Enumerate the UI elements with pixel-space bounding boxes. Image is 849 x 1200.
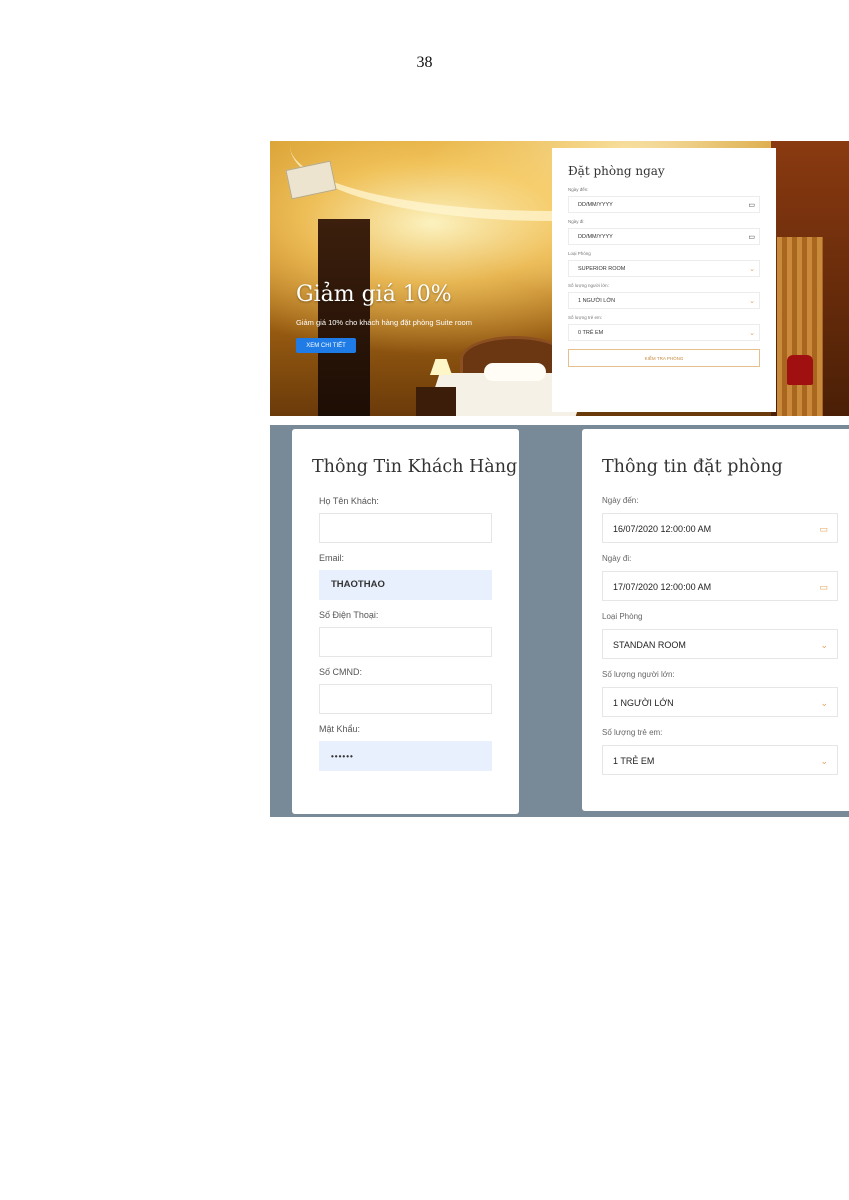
booking-adults-label: Số lượng người lớn: [602,670,675,679]
email-input[interactable] [319,570,492,600]
id-number-label: Số CMND: [319,667,363,677]
customer-info-card: Thông Tin Khách Hàng Họ Tên Khách: Email… [292,429,519,814]
booking-room-type-value: STANDAN ROOM [613,640,686,650]
hero-subtitle: Giảm giá 10% cho khách hàng đặt phòng Su… [296,318,472,327]
email-label: Email: [319,553,345,563]
booking-widget-title: Đặt phòng ngay [568,164,665,178]
air-conditioner [285,160,337,200]
customer-info-title: Thông Tin Khách Hàng [312,457,518,477]
curtain [777,237,823,416]
booking-children-select[interactable]: 1 TRẺ EM ⌄ [602,745,838,775]
view-details-button[interactable]: XEM CHI TIẾT [296,338,356,353]
children-value: 0 TRẺ EM [578,330,604,336]
adults-select[interactable]: 1 NGƯỜI LỚN ⌄ [568,292,760,309]
check-room-button[interactable]: KIỂM TRA PHÒNG [568,349,760,367]
password-label: Mật Khẩu: [319,724,361,734]
adults-value: 1 NGƯỜI LỚN [578,298,616,304]
chevron-down-icon: ⌄ [820,756,828,766]
chevron-down-icon: ⌄ [749,330,755,337]
chevron-down-icon: ⌄ [749,298,755,305]
booking-children-value: 1 TRẺ EM [613,756,655,766]
booking-widget: Đặt phòng ngay Ngày đến: DD/MM/YYYY ▭ Ng… [552,148,776,412]
booking-adults-select[interactable]: 1 NGƯỜI LỚN ⌄ [602,687,838,717]
booking-children-label: Số lượng trẻ em: [602,728,663,737]
checkin-date-input[interactable]: DD/MM/YYYY ▭ [568,196,760,213]
checkout-label: Ngày đi: [568,219,585,224]
lamp [430,359,452,375]
booking-checkout-value: 17/07/2020 12:00:00 AM [613,582,712,592]
booking-room-type-label: Loại Phòng [602,612,643,621]
name-input[interactable] [319,513,492,543]
red-chair [787,355,813,385]
chevron-down-icon: ⌄ [820,698,828,708]
checkin-date-value: DD/MM/YYYY [578,202,613,208]
children-label: Số lượng trẻ em: [568,315,602,320]
id-number-input[interactable] [319,684,492,714]
nightstand [416,387,456,416]
page-number: 38 [416,54,433,71]
phone-label: Số Điện Thoại: [319,610,379,620]
calendar-icon[interactable]: ▭ [748,233,755,241]
booking-checkout-input[interactable]: 17/07/2020 12:00:00 AM ▭ [602,571,838,601]
calendar-icon[interactable]: ▭ [819,514,828,544]
booking-checkin-value: 16/07/2020 12:00:00 AM [613,524,712,534]
booking-adults-value: 1 NGƯỜI LỚN [613,698,674,708]
room-type-value: SUPERIOR ROOM [578,266,626,272]
password-input[interactable]: •••••• [319,741,492,771]
children-select[interactable]: 0 TRẺ EM ⌄ [568,324,760,341]
checkout-date-input[interactable]: DD/MM/YYYY ▭ [568,228,760,245]
booking-info-card: Thông tin đặt phòng Ngày đến: 16/07/2020… [582,429,849,811]
calendar-icon[interactable]: ▭ [748,201,755,209]
room-type-label: Loại Phòng [568,251,591,256]
pillow [484,363,546,381]
chevron-down-icon: ⌄ [820,640,828,650]
adults-label: Số lượng người lớn: [568,283,609,288]
booking-checkin-input[interactable]: 16/07/2020 12:00:00 AM ▭ [602,513,838,543]
booking-room-type-select[interactable]: STANDAN ROOM ⌄ [602,629,838,659]
checkin-label: Ngày đến: [568,187,589,192]
calendar-icon[interactable]: ▭ [819,572,828,602]
checkout-date-value: DD/MM/YYYY [578,234,613,240]
booking-info-title: Thông tin đặt phòng [602,457,783,477]
booking-checkin-label: Ngày đến: [602,496,639,505]
phone-input[interactable] [319,627,492,657]
name-label: Họ Tên Khách: [319,496,379,506]
booking-checkout-label: Ngày đi: [602,554,632,563]
chevron-down-icon: ⌄ [749,266,755,273]
room-type-select[interactable]: SUPERIOR ROOM ⌄ [568,260,760,277]
hero-title: Giảm giá 10% [296,282,452,307]
